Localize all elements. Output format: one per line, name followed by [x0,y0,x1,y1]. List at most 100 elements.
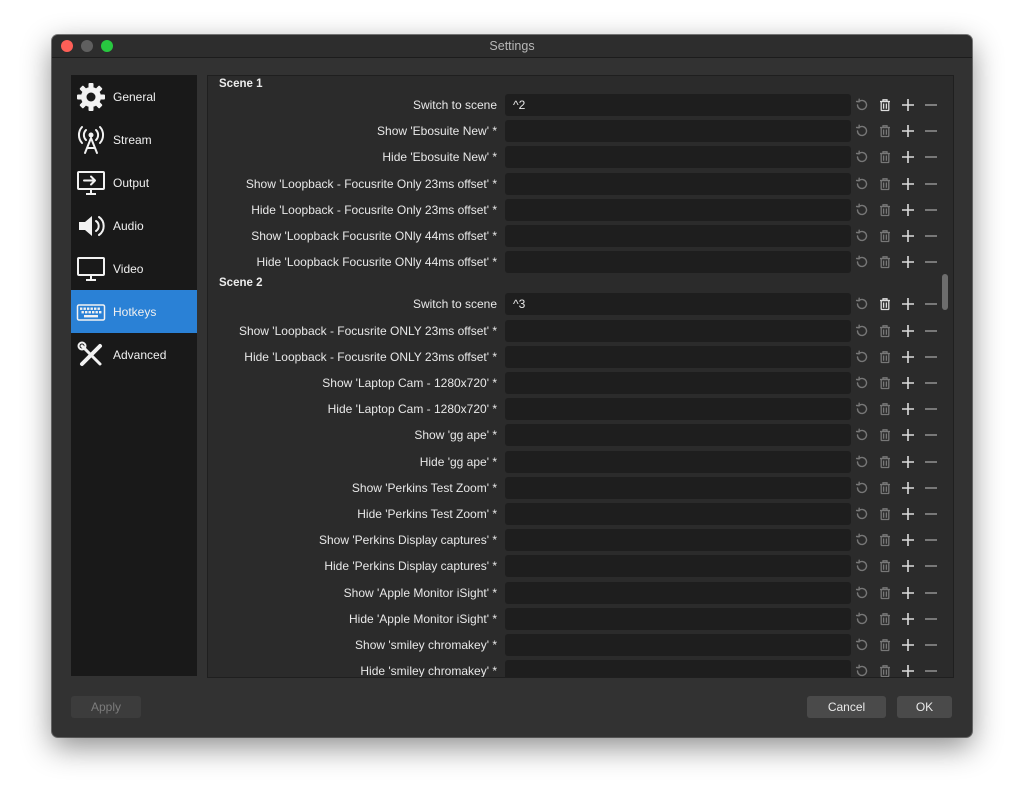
clear-hotkey-button[interactable] [877,506,893,522]
revert-hotkey-button[interactable] [854,97,870,113]
hotkey-input[interactable] [505,225,851,247]
hotkey-input[interactable] [505,319,851,342]
clear-hotkey-button[interactable] [877,585,893,601]
hotkey-input[interactable] [505,293,851,316]
add-binding-button[interactable] [900,663,916,677]
revert-hotkey-button[interactable] [854,176,870,192]
clear-hotkey-button[interactable] [877,123,893,139]
hotkey-input[interactable] [505,476,851,499]
clear-hotkey-button[interactable] [877,97,893,113]
add-binding-button[interactable] [900,149,916,165]
clear-hotkey-button[interactable] [877,401,893,417]
add-binding-button[interactable] [900,401,916,417]
sidebar-item-general[interactable]: General [71,75,197,118]
clear-hotkey-button[interactable] [877,176,893,192]
cancel-button[interactable]: Cancel [807,696,886,718]
clear-hotkey-button[interactable] [877,323,893,339]
revert-hotkey-button[interactable] [854,123,870,139]
clear-hotkey-button[interactable] [877,663,893,677]
apply-button[interactable]: Apply [71,696,141,718]
remove-binding-button[interactable] [923,375,939,391]
revert-hotkey-button[interactable] [854,506,870,522]
remove-binding-button[interactable] [923,585,939,601]
sidebar-item-audio[interactable]: Audio [71,204,197,247]
remove-binding-button[interactable] [923,228,939,244]
revert-hotkey-button[interactable] [854,558,870,574]
remove-binding-button[interactable] [923,611,939,627]
add-binding-button[interactable] [900,532,916,548]
hotkey-input[interactable] [505,345,851,368]
revert-hotkey-button[interactable] [854,454,870,470]
clear-hotkey-button[interactable] [877,611,893,627]
add-binding-button[interactable] [900,375,916,391]
remove-binding-button[interactable] [923,97,939,113]
add-binding-button[interactable] [900,176,916,192]
add-binding-button[interactable] [900,123,916,139]
revert-hotkey-button[interactable] [854,375,870,391]
sidebar-item-advanced[interactable]: Advanced [71,333,197,376]
remove-binding-button[interactable] [923,454,939,470]
revert-hotkey-button[interactable] [854,637,870,653]
remove-binding-button[interactable] [923,149,939,165]
hotkey-input[interactable] [505,251,851,274]
remove-binding-button[interactable] [923,349,939,365]
remove-binding-button[interactable] [923,401,939,417]
clear-hotkey-button[interactable] [877,480,893,496]
revert-hotkey-button[interactable] [854,401,870,417]
remove-binding-button[interactable] [923,480,939,496]
hotkey-input[interactable] [505,198,851,221]
add-binding-button[interactable] [900,349,916,365]
clear-hotkey-button[interactable] [877,349,893,365]
sidebar-item-stream[interactable]: Stream [71,118,197,161]
add-binding-button[interactable] [900,254,916,270]
remove-binding-button[interactable] [923,637,939,653]
hotkey-input[interactable] [505,581,851,604]
hotkey-input[interactable] [505,529,851,552]
clear-hotkey-button[interactable] [877,254,893,270]
hotkey-input[interactable] [505,398,851,421]
add-binding-button[interactable] [900,228,916,244]
remove-binding-button[interactable] [923,558,939,574]
remove-binding-button[interactable] [923,202,939,218]
add-binding-button[interactable] [900,454,916,470]
hotkey-input[interactable] [505,503,851,525]
add-binding-button[interactable] [900,506,916,522]
hotkey-input[interactable] [505,94,851,116]
hotkeys-panel[interactable]: Scene 1 Switch to scene Show 'Ebosuite New… [207,75,954,678]
clear-hotkey-button[interactable] [877,454,893,470]
add-binding-button[interactable] [900,558,916,574]
revert-hotkey-button[interactable] [854,611,870,627]
add-binding-button[interactable] [900,480,916,496]
remove-binding-button[interactable] [923,663,939,677]
hotkey-input[interactable] [505,450,851,473]
clear-hotkey-button[interactable] [877,532,893,548]
remove-binding-button[interactable] [923,323,939,339]
hotkey-input[interactable] [505,424,851,447]
add-binding-button[interactable] [900,97,916,113]
remove-binding-button[interactable] [923,254,939,270]
hotkey-input[interactable] [505,660,851,677]
sidebar-item-output[interactable]: Output [71,161,197,204]
clear-hotkey-button[interactable] [877,202,893,218]
clear-hotkey-button[interactable] [877,637,893,653]
add-binding-button[interactable] [900,585,916,601]
remove-binding-button[interactable] [923,427,939,443]
remove-binding-button[interactable] [923,506,939,522]
hotkey-input[interactable] [505,172,851,195]
revert-hotkey-button[interactable] [854,296,870,312]
clear-hotkey-button[interactable] [877,149,893,165]
clear-hotkey-button[interactable] [877,427,893,443]
clear-hotkey-button[interactable] [877,375,893,391]
ok-button[interactable]: OK [897,696,952,718]
revert-hotkey-button[interactable] [854,349,870,365]
add-binding-button[interactable] [900,637,916,653]
revert-hotkey-button[interactable] [854,585,870,601]
clear-hotkey-button[interactable] [877,558,893,574]
add-binding-button[interactable] [900,202,916,218]
add-binding-button[interactable] [900,296,916,312]
sidebar-item-video[interactable]: Video [71,247,197,290]
revert-hotkey-button[interactable] [854,202,870,218]
clear-hotkey-button[interactable] [877,228,893,244]
scrollbar-thumb[interactable] [942,274,948,310]
clear-hotkey-button[interactable] [877,296,893,312]
